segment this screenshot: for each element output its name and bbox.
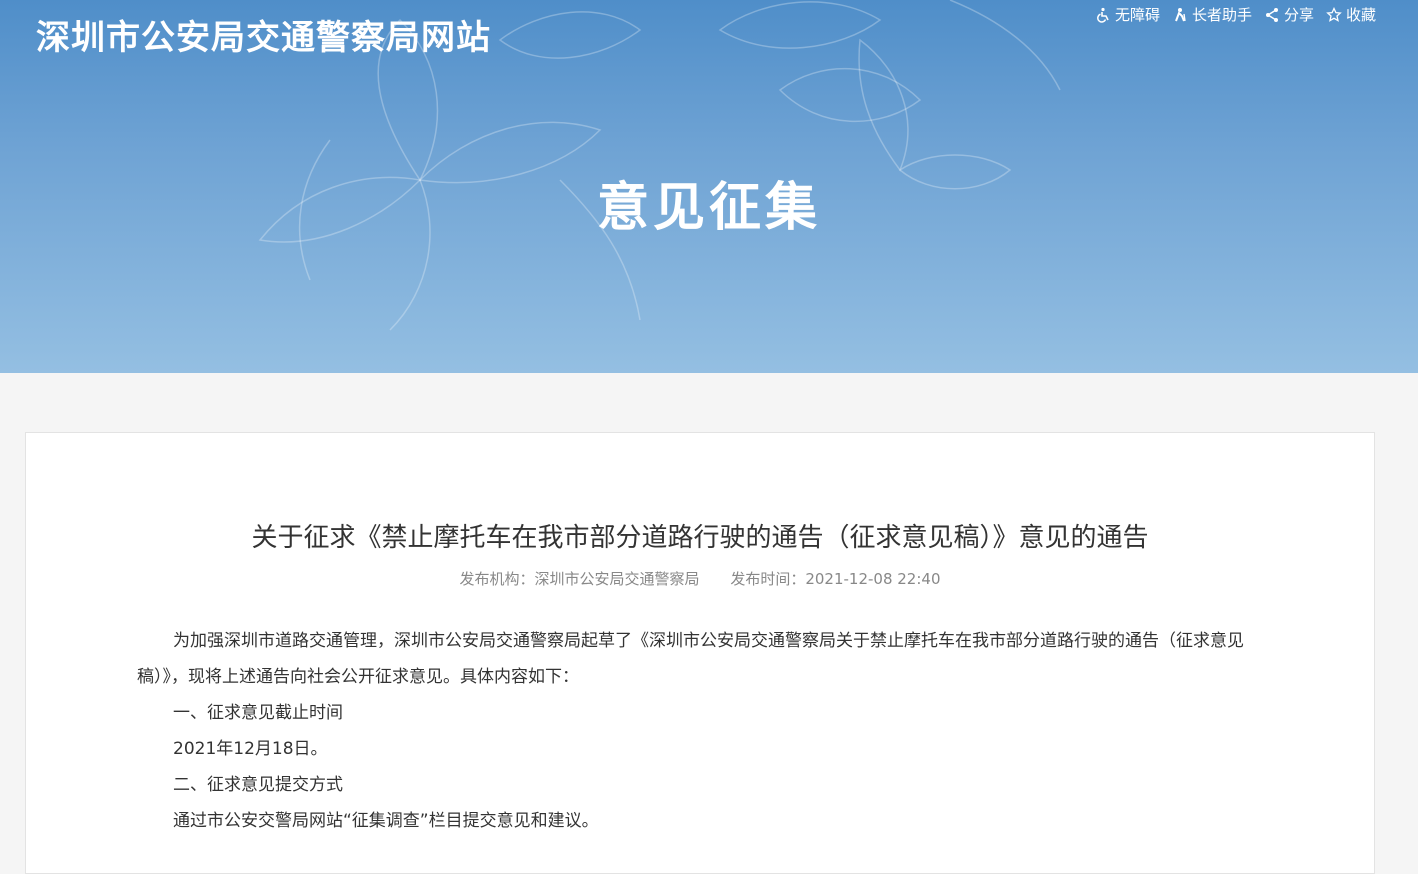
- intro-paragraph: 为加强深圳市道路交通管理，深圳市公安局交通警察局起草了《深圳市公安局交通警察局关…: [137, 631, 1244, 687]
- article-body: 为加强深圳市道路交通管理，深圳市公安局交通警察局起草了《深圳市公安局交通警察局关…: [137, 623, 1257, 839]
- accessibility-button[interactable]: 无障碍: [1095, 4, 1160, 25]
- top-toolbar: 无障碍 长者助手 分享 收藏: [1095, 4, 1376, 25]
- section-1-heading: 一、征求意见截止时间: [173, 703, 343, 723]
- site-title[interactable]: 深圳市公安局交通警察局网站: [36, 10, 491, 59]
- accessibility-label: 无障碍: [1114, 6, 1160, 24]
- article-title: 关于征求《禁止摩托车在我市部分道路行驶的通告（征求意见稿）》意见的通告: [251, 523, 1149, 553]
- wheelchair-icon: [1095, 7, 1111, 23]
- star-icon: [1326, 6, 1342, 23]
- share-icon: [1264, 7, 1280, 23]
- publisher: 发布机构：深圳市公安局交通警察局: [459, 570, 700, 588]
- section-2-heading: 二、征求意见提交方式: [173, 775, 343, 795]
- publish-time: 发布时间：2021-12-08 22:40: [730, 570, 941, 588]
- header-banner: 深圳市公安局交通警察局网站 无障碍 长者助手 分享 收藏 意见征集: [0, 0, 1418, 373]
- section-1-body: 2021年12月18日。: [173, 739, 328, 759]
- favorite-button[interactable]: 收藏: [1326, 4, 1376, 25]
- elder-helper-label: 长者助手: [1191, 6, 1252, 24]
- favorite-label: 收藏: [1345, 6, 1376, 24]
- section-2-body: 通过市公安交警局网站“征集调查”栏目提交意见和建议。: [173, 811, 599, 831]
- article-panel: 关于征求《禁止摩托车在我市部分道路行驶的通告（征求意见稿）》意见的通告 发布机构…: [25, 432, 1375, 874]
- share-button[interactable]: 分享: [1264, 4, 1314, 25]
- banner-heading: 意见征集: [596, 178, 821, 238]
- elder-helper-button[interactable]: 长者助手: [1172, 4, 1252, 25]
- article-meta: 发布机构：深圳市公安局交通警察局 发布时间：2021-12-08 22:40: [26, 568, 1374, 589]
- share-label: 分享: [1283, 6, 1314, 24]
- elder-helper-icon: [1172, 7, 1188, 23]
